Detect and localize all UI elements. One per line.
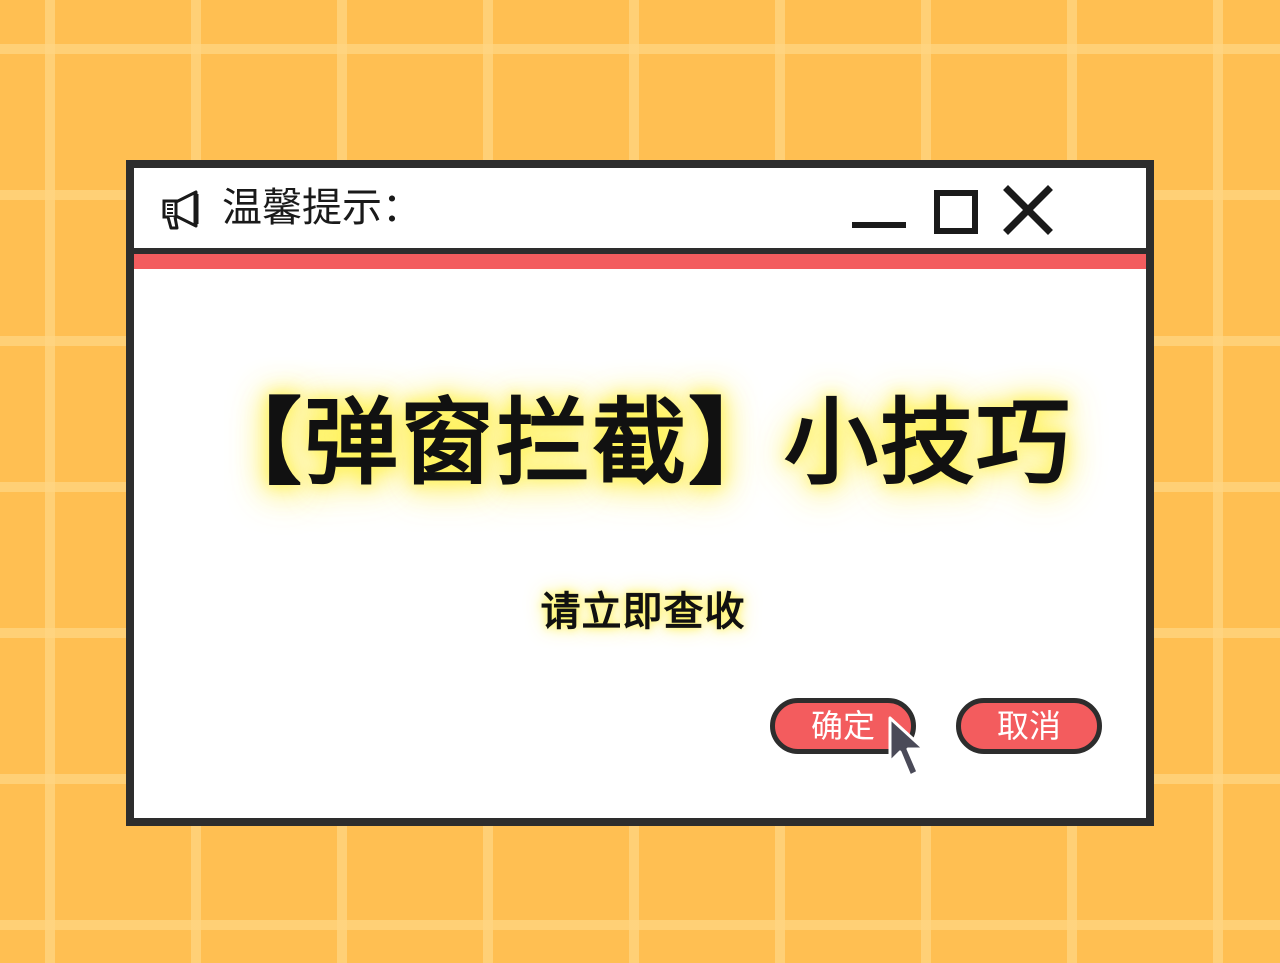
close-button[interactable]	[1002, 184, 1054, 236]
minimize-button[interactable]	[848, 188, 908, 234]
dialog-window: 温馨提示： 【弹窗拦截】小技巧 请立即查收 确定 取消	[126, 160, 1154, 826]
maximize-button[interactable]	[930, 186, 978, 234]
dialog-headline: 【弹窗拦截】小技巧	[207, 389, 1072, 498]
maximize-icon	[934, 190, 978, 234]
megaphone-icon	[158, 188, 206, 232]
title-accent-strip	[134, 254, 1146, 269]
mouse-pointer-icon	[886, 716, 930, 782]
cancel-button[interactable]: 取消	[956, 698, 1102, 754]
close-icon	[1002, 185, 1054, 240]
minimize-icon	[852, 222, 906, 228]
window-title: 温馨提示：	[222, 185, 422, 231]
title-bar[interactable]: 温馨提示：	[134, 168, 1146, 254]
dialog-subtitle: 请立即查收	[540, 589, 746, 635]
